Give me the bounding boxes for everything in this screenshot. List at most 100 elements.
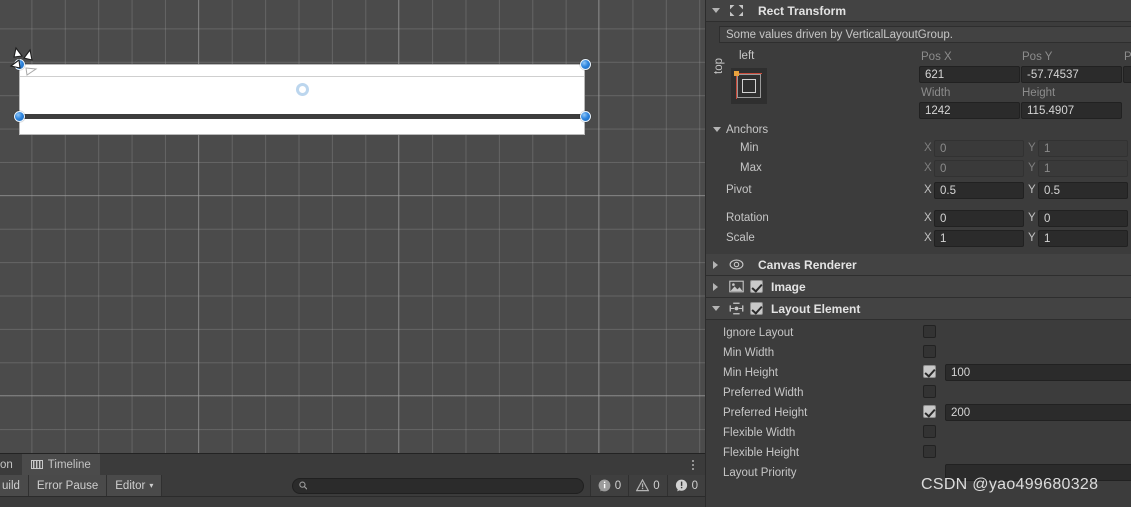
label-min-width: Min Width [723,347,775,359]
anchor-preset-widget[interactable] [731,68,767,104]
driven-values-note: Some values driven by VerticalLayoutGrou… [719,26,1131,43]
component-header-layout-element[interactable]: Layout Element [706,298,1131,320]
value-anchor-min-x: 0 [940,142,947,155]
resize-handle-bottom-right[interactable] [580,111,591,122]
checkbox-preferred-height[interactable] [923,405,936,418]
checkbox-min-width[interactable] [923,345,936,358]
checkbox-preferred-width[interactable] [923,385,936,398]
dock-menu-icon[interactable] [686,457,700,473]
tab-inspector[interactable]: on [0,454,22,476]
field-pivot-x[interactable]: 0.5 [934,182,1024,199]
info-count-value: 0 [614,479,622,492]
axis-max-x: X [924,162,932,174]
layout-element-icon [729,302,744,315]
label-flexible-width: Flexible Width [723,427,796,439]
error-pause-button[interactable]: Error Pause [28,475,108,496]
build-label: uild [2,479,20,492]
value-anchor-max-x: 0 [940,162,947,175]
axis-min-y: Y [1028,142,1036,154]
value-height: 115.4907 [1027,104,1075,117]
dock-tab-bar: on Timeline [0,453,705,476]
field-pos-y[interactable]: -57.74537 [1021,66,1122,83]
value-rotation-y: 0 [1044,212,1051,225]
label-anchors: Anchors [726,124,769,136]
label-layout-priority: Layout Priority [723,467,797,479]
timeline-icon [30,460,43,469]
component-title-rect-transform: Rect Transform [758,3,847,18]
field-pos-x[interactable]: 621 [919,66,1020,83]
field-width[interactable]: 1242 [919,102,1020,119]
label-pos-y: Pos Y [1022,51,1053,63]
console-error-count[interactable]: 0 [666,475,705,496]
bottom-dock: on Timeline uild Error Pause Editor ▾ 0 … [0,453,705,507]
component-title-canvas-renderer: Canvas Renderer [758,257,857,272]
anchor-label-left: left [739,50,755,62]
image-icon [729,280,744,293]
editor-label: Editor [115,479,146,492]
resize-handle-bottom-left[interactable] [14,111,25,122]
foldout-layout-element[interactable] [712,303,723,314]
checkbox-flexible-height[interactable] [923,445,936,458]
tab-timeline-label: Timeline [47,458,91,471]
value-width: 1242 [925,104,951,117]
value-pivot-x: 0.5 [940,184,956,197]
warning-count-value: 0 [653,479,660,492]
unity-editor-window: on Timeline uild Error Pause Editor ▾ 0 … [0,0,1131,507]
component-header-image[interactable]: Image [706,276,1131,298]
component-header-canvas-renderer[interactable]: Canvas Renderer [706,254,1131,276]
value-rotation-x: 0 [940,212,947,225]
value-scale-x: 1 [940,232,947,245]
foldout-rect-transform[interactable] [712,5,723,16]
label-pos-z: P [1124,51,1131,63]
scene-view[interactable] [0,0,705,453]
warning-icon [636,479,650,492]
field-preferred-height[interactable]: 200 [945,404,1131,421]
anchor-label-top: top [713,58,725,74]
field-anchor-min-x: 0 [934,140,1024,157]
value-scale-y: 1 [1044,232,1051,245]
label-pos-x: Pos X [921,51,952,63]
component-header-rect-transform[interactable]: Rect Transform [706,0,1131,22]
foldout-anchors[interactable] [713,124,725,136]
chevron-down-icon: ▾ [149,481,154,490]
field-rotation-x[interactable]: 0 [934,210,1024,227]
axis-rotation-y: Y [1028,212,1036,224]
value-pivot-y: 0.5 [1044,184,1060,197]
axis-scale-x: X [924,232,932,244]
field-rotation-y[interactable]: 0 [1038,210,1128,227]
checkbox-min-height[interactable] [923,365,936,378]
console-search-input[interactable] [311,479,577,492]
field-height[interactable]: 115.4907 [1021,102,1122,119]
field-scale-x[interactable]: 1 [934,230,1024,247]
field-pivot-y[interactable]: 0.5 [1038,182,1128,199]
checkbox-image-enabled[interactable] [750,280,763,293]
checkbox-layout-element-enabled[interactable] [750,302,763,315]
value-pos-x: 621 [925,68,945,81]
checkbox-flexible-width[interactable] [923,425,936,438]
field-min-height[interactable]: 100 [945,364,1131,381]
console-warning-count[interactable]: 0 [628,475,667,496]
rect-tool-cursor-icon [9,46,38,76]
field-anchor-min-y: 1 [1038,140,1128,157]
checkbox-ignore-layout[interactable] [923,325,936,338]
console-toolbar: uild Error Pause Editor ▾ 0 0 0 [0,475,705,497]
axis-pivot-x: X [924,184,932,196]
foldout-canvas-renderer[interactable] [712,259,723,270]
error-count-value: 0 [691,479,698,492]
value-pos-y: -57.74537 [1027,68,1079,81]
axis-max-y: Y [1028,162,1036,174]
tab-timeline[interactable]: Timeline [21,453,100,476]
label-ignore-layout: Ignore Layout [723,327,794,339]
build-button[interactable]: uild [0,475,29,496]
field-pos-z[interactable] [1123,66,1131,83]
pivot-handle[interactable] [296,83,309,96]
label-preferred-height: Preferred Height [723,407,808,419]
label-flexible-height: Flexible Height [723,447,800,459]
console-info-count[interactable]: 0 [589,475,629,496]
field-scale-y[interactable]: 1 [1038,230,1128,247]
resize-handle-top-right[interactable] [580,59,591,70]
editor-dropdown[interactable]: Editor ▾ [107,475,163,496]
foldout-image[interactable] [712,281,723,292]
axis-scale-y: Y [1028,232,1036,244]
console-search-field[interactable] [291,477,584,494]
